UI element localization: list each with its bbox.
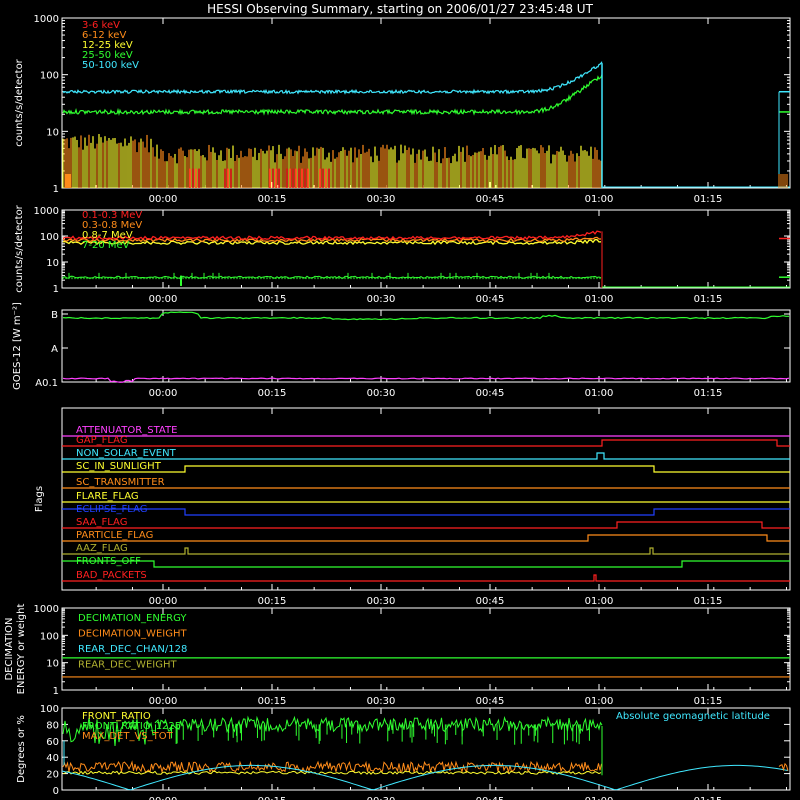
y-tick-label: 1000: [34, 206, 59, 217]
x-tick-label: 01:00: [585, 194, 614, 205]
x-tick-label: 00:30: [367, 294, 396, 305]
x-tick-label: 00:45: [476, 696, 505, 707]
flag-label: SAA_FLAG: [76, 517, 127, 528]
flag-label: GAP_FLAG: [76, 435, 128, 446]
y-tick-label: 10: [46, 659, 59, 670]
legend-entry: DECIMATION_WEIGHT: [78, 629, 187, 640]
flag-label: SC_IN_SUNLIGHT: [76, 461, 162, 472]
y-tick-label: 10: [46, 258, 59, 269]
y-tick-label: 100: [40, 631, 59, 642]
legend-entry: 50-100 keV: [82, 60, 139, 71]
flag-label: SC_TRANSMITTER: [76, 477, 165, 488]
x-tick-label: 00:15: [258, 294, 287, 305]
y-axis-label: ENERGY or weight: [16, 604, 27, 695]
y-axis-label: DECIMATION: [4, 617, 15, 680]
x-tick-label: 00:00: [149, 696, 178, 707]
x-tick-label: 00:00: [149, 796, 178, 800]
y-tick-label: A0.1: [35, 378, 58, 389]
x-tick-label: 01:00: [585, 696, 614, 707]
flag-label: PARTICLE_FLAG: [76, 530, 153, 541]
y-tick-label: 0: [53, 786, 59, 797]
y-tick-label: 1000: [34, 604, 59, 615]
y-tick-label: 100: [40, 232, 59, 243]
y-tick-label: 1: [53, 184, 59, 195]
y-tick-label: 80: [46, 720, 59, 731]
legend-entry: REAR_DEC_CHAN/128: [78, 644, 187, 655]
y-axis-label: GOES-12 [W m⁻²]: [12, 302, 23, 390]
x-tick-label: 00:30: [367, 796, 396, 800]
x-tick-label: 00:15: [258, 796, 287, 800]
x-tick-label: 00:00: [149, 194, 178, 205]
y-tick-label: 1000: [34, 14, 59, 25]
x-tick-label: 00:30: [367, 696, 396, 707]
x-tick-label: 01:15: [694, 796, 723, 800]
legend-entry: REAR_DEC_WEIGHT: [78, 660, 177, 671]
flag-label: AAZ_FLAG: [76, 543, 128, 554]
x-tick-label: 00:00: [149, 596, 178, 607]
y-tick-label: 1: [53, 686, 59, 697]
x-tick-label: 00:15: [258, 388, 287, 399]
y-tick-label: B: [51, 310, 58, 321]
y-axis-label: counts/s/detector: [14, 204, 25, 292]
x-tick-label: 00:30: [367, 596, 396, 607]
x-tick-label: 00:15: [258, 696, 287, 707]
x-tick-label: 00:45: [476, 388, 505, 399]
x-tick-label: 01:15: [694, 596, 723, 607]
x-tick-label: 01:15: [694, 388, 723, 399]
legend-entry: 7-20 MeV: [82, 240, 130, 251]
y-tick-label: 40: [46, 753, 59, 764]
x-tick-label: 00:45: [476, 796, 505, 800]
x-tick-label: 00:15: [258, 596, 287, 607]
x-tick-label: 00:45: [476, 194, 505, 205]
x-tick-label: 00:30: [367, 194, 396, 205]
y-tick-label: 20: [46, 770, 59, 781]
y-tick-label: 100: [40, 704, 59, 715]
hessi-summary-chart: HESSI Observing Summary, starting on 200…: [0, 0, 800, 800]
x-tick-label: 01:00: [585, 388, 614, 399]
legend-entry: MAX_DET_VS_TOT: [82, 731, 174, 742]
x-tick-label: 01:15: [694, 294, 723, 305]
y-tick-label: 100: [40, 71, 59, 82]
y-axis-label: Flags: [34, 486, 45, 512]
x-tick-label: 00:15: [258, 194, 287, 205]
y-axis-label: Degrees or %: [16, 715, 27, 783]
x-tick-label: 00:00: [149, 294, 178, 305]
y-tick-label: A: [51, 344, 58, 355]
flag-label: BAD_PACKETS: [76, 570, 147, 581]
x-tick-label: 01:00: [585, 294, 614, 305]
x-tick-label: 01:00: [585, 796, 614, 800]
x-tick-label: 00:45: [476, 596, 505, 607]
x-tick-label: 01:00: [585, 596, 614, 607]
x-tick-label: 01:15: [694, 194, 723, 205]
y-tick-label: 60: [46, 737, 59, 748]
x-tick-label: 00:45: [476, 294, 505, 305]
y-tick-label: 1: [53, 284, 59, 295]
y-tick-label: 10: [46, 127, 59, 138]
flag-label: NON_SOLAR_EVENT: [76, 448, 177, 459]
flag-label: FLARE_FLAG: [76, 491, 139, 502]
x-tick-label: 00:30: [367, 388, 396, 399]
legend-entry: DECIMATION_ENERGY: [78, 613, 187, 624]
y-axis-label: counts/s/detector: [14, 58, 25, 146]
annotation-geomagnetic-latitude: Absolute geomagnetic latitude: [616, 711, 770, 722]
chart-title: HESSI Observing Summary, starting on 200…: [207, 2, 593, 16]
x-tick-label: 01:15: [694, 696, 723, 707]
x-tick-label: 00:00: [149, 388, 178, 399]
